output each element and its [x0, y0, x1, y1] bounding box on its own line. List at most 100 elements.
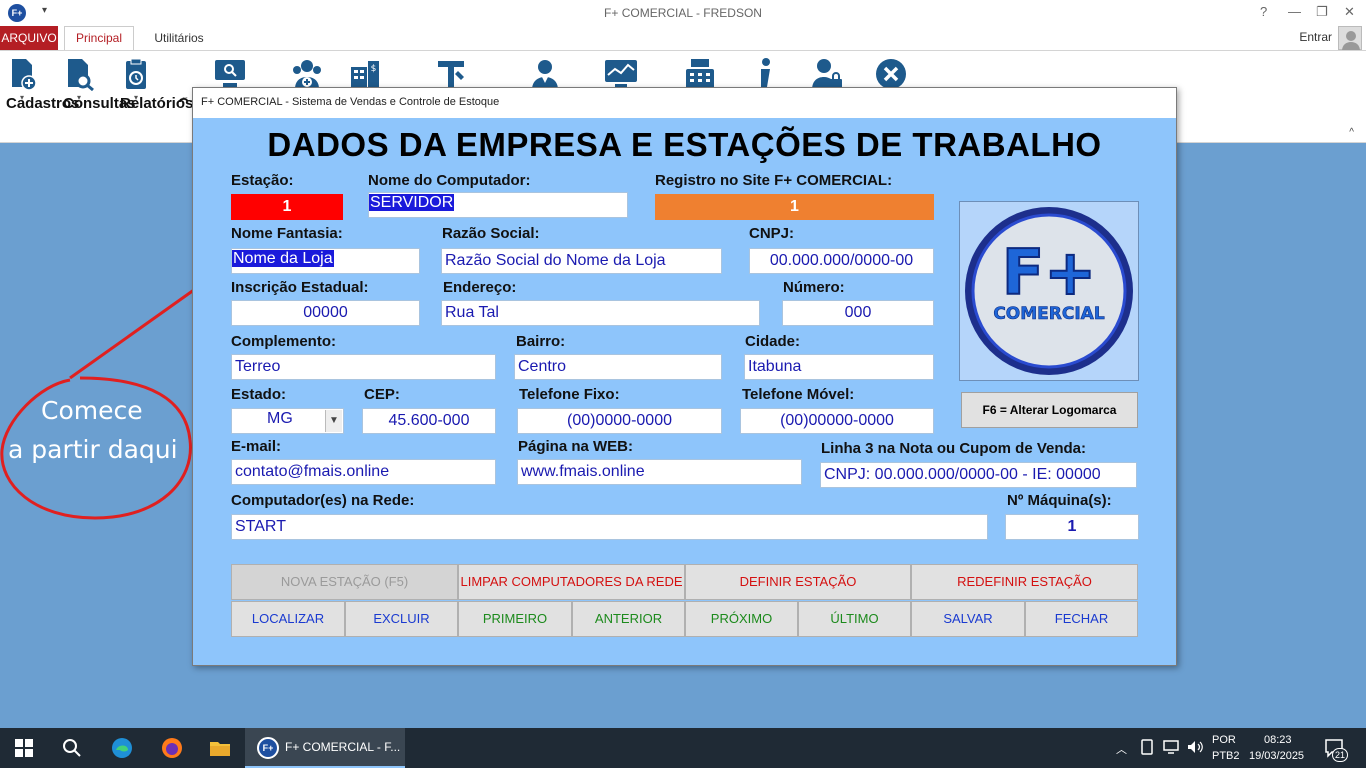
linha3-label: Linha 3 na Nota ou Cupom de Venda: [821, 440, 1087, 457]
close-icon[interactable]: ✕ [1344, 4, 1355, 20]
volume-icon[interactable] [1186, 738, 1204, 756]
cnpj-field[interactable]: 00.000.000/0000-00 [749, 248, 934, 274]
notification-count-badge: 21 [1332, 748, 1348, 762]
cash-register-icon[interactable] [683, 57, 717, 91]
computadores-rede-field[interactable]: START [231, 514, 988, 540]
consultas-button[interactable]: Consultas ▾ [63, 57, 136, 112]
email-field[interactable]: contato@fmais.online [231, 459, 496, 485]
search-document-icon [68, 59, 94, 91]
complemento-label: Complemento: [231, 333, 336, 350]
registro-field[interactable]: 1 [655, 194, 934, 220]
bairro-label: Bairro: [516, 333, 566, 350]
estado-select[interactable]: MG ▼ [231, 408, 344, 434]
sign-in-link[interactable]: Entrar [1299, 30, 1332, 44]
linha3-field[interactable]: CNPJ: 00.000.000/0000-00 - IE: 00000 [820, 462, 1137, 488]
cidade-field[interactable]: Itabuna [744, 354, 934, 380]
locate-button[interactable]: LOCALIZAR [231, 601, 345, 637]
estacao-label: Estação: [231, 172, 294, 189]
cadastros-button[interactable]: Cadastros ▾ [6, 57, 79, 112]
user-icon[interactable] [528, 57, 562, 91]
inscricao-estadual-field[interactable]: 00000 [231, 300, 420, 326]
dialog-title: F+ COMERCIAL - Sistema de Vendas e Contr… [201, 96, 500, 108]
nome-computador-value: SERVIDOR [369, 194, 455, 211]
tools-icon[interactable] [434, 57, 468, 91]
title-bar: F+ ▾ F+ COMERCIAL - FREDSON ? — ❐ ✕ [0, 0, 1366, 26]
taskbar-app-label: F+ COMERCIAL - F... [285, 740, 401, 754]
pagina-web-field[interactable]: www.fmais.online [517, 459, 802, 485]
logo-box: F+ COMERCIAL [959, 201, 1139, 381]
tab-principal[interactable]: Principal [64, 26, 134, 51]
language-indicator[interactable]: POR [1212, 734, 1236, 746]
n-maquinas-field[interactable]: 1 [1005, 514, 1139, 540]
telefone-fixo-field[interactable]: (00)0000-0000 [517, 408, 722, 434]
previous-button[interactable]: ANTERIOR [572, 601, 685, 637]
new-station-button[interactable]: NOVA ESTAÇÃO (F5) [231, 564, 458, 600]
chevron-down-icon[interactable]: ▼ [325, 410, 342, 432]
firefox-icon[interactable] [160, 736, 184, 760]
razao-social-field[interactable]: Razão Social do Nome da Loja [441, 248, 722, 274]
ribbon-tabs: ARQUIVO Principal Utilitários Entrar [0, 26, 1366, 51]
search-icon[interactable] [60, 736, 84, 760]
dashboard-monitor-icon[interactable] [604, 57, 638, 91]
close-button[interactable]: FECHAR [1025, 601, 1138, 637]
monitor-search-icon[interactable] [213, 57, 247, 91]
help-icon[interactable]: ? [1260, 4, 1267, 19]
bairro-field[interactable]: Centro [514, 354, 722, 380]
complemento-field[interactable]: Terreo [231, 354, 496, 380]
estacao-field[interactable]: 1 [231, 194, 343, 220]
clear-network-computers-button[interactable]: LIMPAR COMPUTADORES DA REDE [458, 564, 685, 600]
device-icon[interactable] [1138, 738, 1156, 756]
nome-computador-field[interactable]: SERVIDOR [368, 192, 628, 218]
relatorios-button[interactable]: Relatórios ▾ [120, 57, 193, 112]
annotation-text-line2: a partir daqui [8, 435, 178, 464]
svg-text:$: $ [371, 64, 377, 74]
first-button[interactable]: PRIMEIRO [458, 601, 572, 637]
numero-field[interactable]: 000 [782, 300, 934, 326]
windows-start-icon[interactable] [12, 736, 36, 760]
n-maquinas-label: Nº Máquina(s): [1007, 492, 1112, 509]
avatar[interactable] [1338, 26, 1362, 51]
endereco-label: Endereço: [443, 279, 517, 296]
change-logo-button[interactable]: F6 = Alterar Logomarca [961, 392, 1138, 428]
add-group-icon[interactable] [290, 57, 324, 91]
clock-time[interactable]: 08:23 [1264, 734, 1292, 746]
company-logo: F+ COMERCIAL [965, 207, 1133, 375]
minimize-icon[interactable]: — [1288, 4, 1301, 19]
restore-icon[interactable]: ❐ [1316, 4, 1328, 20]
endereco-field[interactable]: Rua Tal [441, 300, 760, 326]
telefone-movel-field[interactable]: (00)00000-0000 [740, 408, 934, 434]
nome-fantasia-field[interactable]: Nome da Loja [231, 248, 420, 274]
last-button[interactable]: ÚLTIMO [798, 601, 911, 637]
info-icon[interactable] [748, 57, 782, 91]
computadores-rede-label: Computador(es) na Rede: [231, 492, 415, 509]
nome-fantasia-value: Nome da Loja [232, 250, 334, 267]
file-explorer-icon[interactable] [208, 736, 232, 760]
tab-utilitarios[interactable]: Utilitários [144, 26, 214, 50]
chevron-up-icon[interactable]: ︿ [1116, 741, 1127, 757]
window-title: F+ COMERCIAL - FREDSON [604, 6, 762, 20]
taskbar-app-fcomercial[interactable]: F+ F+ COMERCIAL - F... [245, 728, 405, 768]
cut-off-ribbon-button[interactable]: Co -- [178, 57, 192, 102]
tab-arquivo[interactable]: ARQUIVO [0, 26, 58, 50]
network-icon[interactable] [1162, 738, 1180, 756]
clock-date[interactable]: 19/03/2025 [1249, 750, 1304, 762]
delete-button[interactable]: EXCLUIR [345, 601, 458, 637]
user-lock-icon[interactable] [810, 57, 844, 91]
exit-icon[interactable] [874, 57, 908, 91]
calculator-building-icon[interactable]: $ [348, 57, 382, 91]
add-document-icon [12, 59, 37, 91]
cidade-label: Cidade: [745, 333, 801, 350]
keyboard-layout-indicator[interactable]: PTB2 [1212, 750, 1240, 762]
edge-browser-icon[interactable] [110, 736, 134, 760]
next-button[interactable]: PRÓXIMO [685, 601, 798, 637]
save-button[interactable]: SALVAR [911, 601, 1025, 637]
company-data-dialog: F+ COMERCIAL - Sistema de Vendas e Contr… [192, 87, 1177, 666]
numero-label: Número: [783, 279, 845, 296]
define-station-button[interactable]: DEFINIR ESTAÇÃO [685, 564, 911, 600]
nome-fantasia-label: Nome Fantasia: [231, 225, 343, 242]
ribbon-collapse-icon[interactable]: ^ [1349, 127, 1354, 138]
redefine-station-button[interactable]: REDEFINIR ESTAÇÃO [911, 564, 1138, 600]
annotation-text-line1: Comece [41, 396, 143, 425]
cep-field[interactable]: 45.600-000 [362, 408, 496, 434]
report-icon [126, 58, 146, 89]
